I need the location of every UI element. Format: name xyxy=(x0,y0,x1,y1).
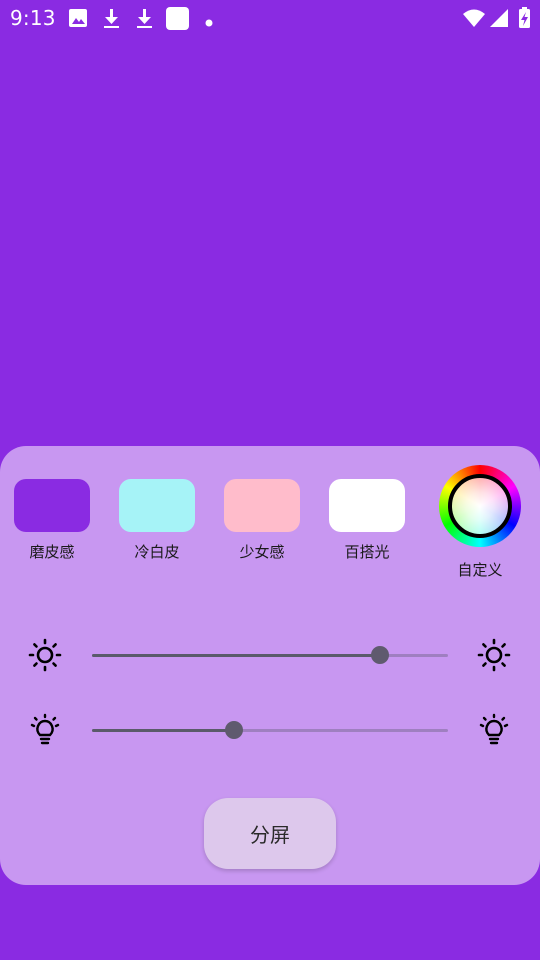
light-slider-row xyxy=(0,710,540,750)
preset-swatch xyxy=(224,479,300,532)
lightbulb-icon xyxy=(28,713,62,751)
brightness-slider[interactable] xyxy=(92,646,448,664)
wifi-icon xyxy=(462,6,486,34)
split-screen-button[interactable]: 分屏 xyxy=(204,798,336,869)
status-time: 9:13 xyxy=(10,6,56,30)
cellular-icon xyxy=(488,6,510,34)
lightbulb-icon xyxy=(477,713,511,751)
preset-swatch xyxy=(329,479,405,532)
preset-label: 少女感 xyxy=(239,543,285,561)
slider-thumb[interactable] xyxy=(225,721,244,739)
custom-color-picker[interactable]: 自定义 xyxy=(439,465,521,580)
control-panel: 磨皮感 冷白皮 少女感 百搭光 自定义 分屏 xyxy=(0,446,540,885)
image-icon xyxy=(68,6,90,34)
brightness-icon xyxy=(28,638,62,676)
preset-label: 冷白皮 xyxy=(134,543,180,561)
preset-shaonvgan[interactable]: 少女感 xyxy=(224,479,300,562)
battery-charging-icon xyxy=(518,6,532,34)
download-icon xyxy=(101,6,123,34)
brightness-icon xyxy=(477,638,511,676)
preset-label: 磨皮感 xyxy=(29,543,75,561)
preset-swatch xyxy=(14,479,90,532)
slider-fill xyxy=(92,729,235,732)
preset-label: 百搭光 xyxy=(344,543,390,561)
download-icon xyxy=(134,6,156,34)
brightness-slider-row xyxy=(0,635,540,675)
preset-mopi[interactable]: 磨皮感 xyxy=(14,479,90,562)
preset-lengbaipi[interactable]: 冷白皮 xyxy=(119,479,195,562)
preset-swatch xyxy=(119,479,195,532)
preset-baidaguang[interactable]: 百搭光 xyxy=(329,479,405,562)
color-wheel-center xyxy=(448,474,512,538)
status-bar: 9:13 xyxy=(0,0,540,36)
slider-thumb[interactable] xyxy=(371,646,390,664)
slider-fill xyxy=(92,654,381,657)
square-icon xyxy=(166,6,190,34)
color-temperature-slider[interactable] xyxy=(92,721,448,739)
color-wheel-icon[interactable] xyxy=(439,465,521,547)
custom-label: 自定义 xyxy=(457,561,503,579)
dot-icon xyxy=(204,13,214,32)
